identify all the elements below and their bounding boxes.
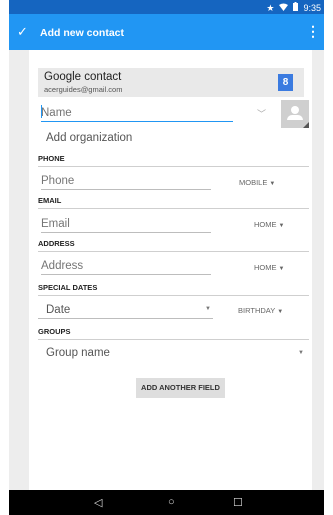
photo-corner-indicator [303,122,309,128]
date-type-label: BIRTHDAY [238,306,276,315]
navigation-bar: ◁ ○ ☐ [9,490,324,515]
person-icon [291,106,299,114]
device-screen: ★ 9:35 ✓ Add new contact ⋮ Google contac… [9,0,324,515]
back-icon[interactable]: ◁ [94,496,102,509]
account-type: Google contact [44,71,122,83]
text-cursor [41,105,42,118]
email-field[interactable] [41,216,211,233]
date-type-select[interactable]: BIRTHDAY ▼ [238,306,283,315]
star-icon: ★ [266,2,275,13]
account-selector[interactable]: Google contact acerguides@gmail.com 8 [38,68,304,97]
phone-type-select[interactable]: MOBILE ▼ [239,178,275,187]
add-organization-link[interactable]: Add organization [46,132,132,144]
group-name-field[interactable]: Group name ▼ [38,345,304,362]
dropdown-arrow-icon: ▼ [278,266,285,272]
page-title: Add new contact [40,27,125,39]
address-field[interactable] [41,258,211,275]
account-email: acerguides@gmail.com [44,85,123,94]
phone-type-label: MOBILE [239,178,268,187]
email-type-label: HOME [254,220,277,229]
app-bar: ✓ Add new contact ⋮ [9,14,324,50]
dropdown-arrow-icon: ▼ [269,181,276,187]
address-section-header: ADDRESS [38,239,309,252]
recent-apps-icon[interactable]: ☐ [233,496,243,509]
phone-field[interactable] [41,173,211,190]
status-bar: ★ 9:35 [9,0,324,14]
address-type-label: HOME [254,263,277,272]
wifi-icon [279,3,289,13]
home-icon[interactable]: ○ [168,496,175,508]
name-row: ﹀ [38,100,309,129]
status-time: 9:35 [303,2,321,13]
contact-form: Google contact acerguides@gmail.com 8 ﹀ … [29,50,312,490]
groups-section-header: GROUPS [38,327,309,340]
battery-icon [293,2,299,13]
address-type-select[interactable]: HOME ▼ [254,263,284,272]
dropdown-arrow-icon: ▼ [277,309,284,315]
google-account-icon: 8 [278,74,293,91]
person-icon-body [287,115,303,120]
group-name-placeholder: Group name [46,347,110,359]
dropdown-arrow-icon: ▼ [298,350,304,356]
chevron-down-icon[interactable]: ﹀ [257,107,266,120]
dropdown-arrow-icon: ▼ [278,223,285,229]
add-another-field-button[interactable]: ADD ANOTHER FIELD [136,378,225,398]
contact-photo[interactable] [281,100,309,128]
name-field[interactable] [41,104,233,122]
special-dates-section-header: SPECIAL DATES [38,283,309,296]
date-placeholder: Date [46,304,71,316]
email-type-select[interactable]: HOME ▼ [254,220,284,229]
email-section-header: EMAIL [38,196,309,209]
check-icon[interactable]: ✓ [17,24,28,40]
phone-section-header: PHONE [38,154,309,167]
dropdown-arrow-icon: ▼ [205,306,211,312]
overflow-menu-icon[interactable]: ⋮ [306,23,320,40]
date-field[interactable]: Date ▼ [38,302,213,319]
